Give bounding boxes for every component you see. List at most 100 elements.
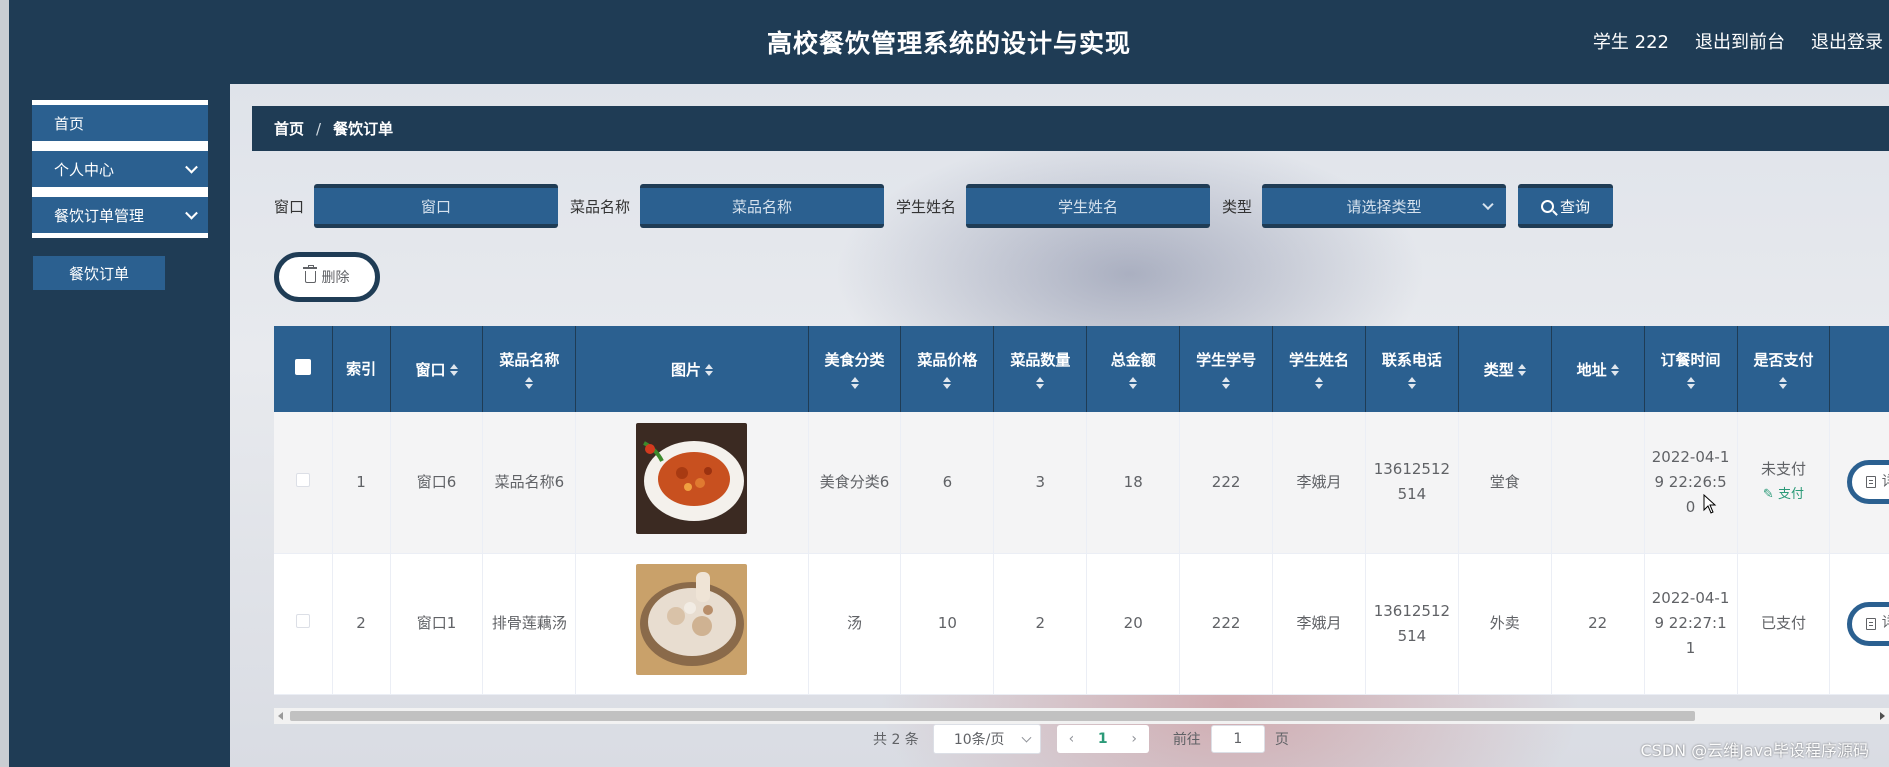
column-header-phone[interactable]: 联系电话 [1365, 326, 1459, 412]
cell-student-no: 222 [1179, 412, 1274, 554]
sidebar-item-order-management[interactable]: 餐饮订单管理 [32, 192, 208, 238]
column-header-index: 索引 [332, 326, 391, 412]
page-number-current[interactable]: 1 [1098, 731, 1108, 747]
column-header-address[interactable]: 地址 [1551, 326, 1645, 412]
sort-icon[interactable] [1517, 364, 1526, 376]
trash-icon [302, 265, 317, 283]
window-filter-input[interactable]: 窗口 [314, 184, 559, 228]
sort-icon[interactable] [1129, 377, 1138, 389]
search-button[interactable]: 查询 [1518, 184, 1614, 228]
cell-actions: 详情 [1829, 412, 1889, 554]
back-to-front-link[interactable]: 退出到前台 [1695, 28, 1785, 54]
sidebar-subitem-orders[interactable]: 餐饮订单 [33, 256, 165, 290]
table-header-row: 索引 窗口 菜品名称 图片 美食分类 菜品价格 菜品数量 总金额 学生学号 学生… [274, 326, 1889, 412]
cell-student-name: 李娥月 [1272, 553, 1366, 695]
select-all-checkbox[interactable] [294, 359, 311, 375]
sidebar-item-home[interactable]: 首页 [32, 100, 208, 146]
cell-total: 20 [1086, 553, 1181, 695]
row-checkbox[interactable] [295, 614, 310, 628]
row-checkbox[interactable] [295, 472, 310, 487]
page-number-group: ‹ 1 › [1056, 725, 1149, 753]
mouse-cursor-icon [1703, 494, 1717, 514]
cell-category: 美食分类6 [808, 412, 902, 554]
column-header-student-no[interactable]: 学生学号 [1179, 326, 1274, 412]
column-header-price[interactable]: 菜品价格 [900, 326, 995, 412]
cell-time: 2022-04-19 22:26:50 [1644, 412, 1738, 554]
delete-button-label: 删除 [321, 270, 350, 286]
column-header-window[interactable]: 窗口 [390, 326, 484, 412]
delete-button[interactable]: 删除 [274, 252, 380, 302]
paid-status: 未支付 [1760, 460, 1806, 479]
current-user-label[interactable]: 学生 222 [1593, 28, 1669, 54]
table-row[interactable]: 1 窗口6 菜品名称6 美食分类6 6 3 18 222 李娥月 1361251… [274, 412, 1889, 554]
scroll-left-icon[interactable] [278, 712, 283, 720]
sort-icon[interactable] [1036, 377, 1045, 389]
column-header-type[interactable]: 类型 [1458, 326, 1552, 412]
main-content: 首页 / 餐饮订单 窗口 窗口 菜品名称 菜品名称 学生姓名 学生姓名 类型 请… [230, 84, 1889, 767]
top-header: 高校餐饮管理系统的设计与实现 学生 222 退出到前台 退出登录 [9, 0, 1889, 84]
cell-index: 2 [332, 553, 391, 695]
watermark: CSDN @云维Java毕设程序源码 [1640, 741, 1869, 760]
cell-qty: 2 [993, 553, 1088, 695]
document-icon [1865, 617, 1876, 630]
goto-page-input[interactable]: 1 [1210, 725, 1265, 753]
cell-index: 1 [332, 412, 391, 554]
cell-image [575, 412, 809, 554]
column-header-category[interactable]: 美食分类 [808, 326, 902, 412]
cell-phone: 13612512514 [1365, 553, 1459, 695]
search-icon [1541, 199, 1555, 213]
student-filter-input[interactable]: 学生姓名 [966, 184, 1211, 228]
sort-icon[interactable] [1407, 377, 1416, 389]
column-header-time[interactable]: 订餐时间 [1644, 326, 1738, 412]
cell-paid: 未支付 ✎ 支付 [1737, 412, 1831, 554]
pay-link[interactable]: ✎ 支付 [1744, 482, 1824, 507]
dish-filter-input[interactable]: 菜品名称 [640, 184, 885, 228]
chevron-down-icon [1482, 198, 1494, 211]
cell-category: 汤 [808, 553, 902, 695]
sort-icon[interactable] [1222, 377, 1231, 389]
cell-address [1551, 412, 1645, 554]
sort-icon[interactable] [850, 377, 859, 389]
type-filter-select[interactable]: 请选择类型 [1262, 184, 1507, 228]
column-header-qty[interactable]: 菜品数量 [993, 326, 1088, 412]
sort-icon[interactable] [525, 377, 534, 389]
sort-icon[interactable] [1314, 377, 1323, 389]
goto-prefix-label: 前往 [1172, 732, 1201, 748]
dish-photo-stirfry [636, 422, 748, 534]
column-header-paid[interactable]: 是否支付 [1737, 326, 1831, 412]
sidebar-item-label: 餐饮订单管理 [54, 206, 145, 225]
sort-icon[interactable] [1610, 364, 1619, 376]
column-header-student-name[interactable]: 学生姓名 [1272, 326, 1366, 412]
prev-page-icon[interactable]: ‹ [1069, 731, 1075, 747]
detail-button[interactable]: 详情 [1846, 460, 1889, 505]
cell-paid: 已支付 [1737, 553, 1831, 695]
breadcrumb-home[interactable]: 首页 [274, 118, 304, 139]
cell-price: 6 [900, 412, 995, 554]
scroll-right-icon[interactable] [1880, 712, 1885, 720]
sort-icon[interactable] [1779, 377, 1788, 389]
page-size-select[interactable]: 10条/页 [932, 724, 1041, 754]
sort-icon[interactable] [704, 364, 713, 376]
cell-time: 2022-04-19 22:27:11 [1644, 553, 1738, 695]
type-select-placeholder: 请选择类型 [1346, 197, 1422, 216]
sort-icon[interactable] [943, 377, 952, 389]
next-page-icon[interactable]: › [1131, 731, 1137, 747]
cell-total: 18 [1086, 412, 1181, 554]
column-header-dish[interactable]: 菜品名称 [482, 326, 577, 412]
chevron-down-icon [185, 160, 198, 174]
table-row[interactable]: 2 窗口1 排骨莲藕汤 汤 10 2 20 222 李娥月 1361251251… [274, 553, 1889, 695]
scrollbar-thumb[interactable] [290, 711, 1695, 721]
column-header-actions [1829, 326, 1889, 412]
breadcrumb-separator: / [316, 119, 322, 138]
logout-link[interactable]: 退出登录 [1811, 28, 1883, 54]
column-header-image[interactable]: 图片 [575, 326, 809, 412]
select-all-header[interactable] [274, 326, 333, 412]
sidebar-item-personal-center[interactable]: 个人中心 [32, 146, 208, 192]
type-filter-label: 类型 [1222, 197, 1253, 216]
sort-icon[interactable] [449, 364, 458, 376]
detail-button[interactable]: 详情 [1846, 601, 1889, 646]
column-header-total[interactable]: 总金额 [1086, 326, 1181, 412]
sort-icon[interactable] [1686, 377, 1695, 389]
dish-filter-label: 菜品名称 [570, 197, 631, 216]
cell-type: 堂食 [1458, 412, 1552, 554]
